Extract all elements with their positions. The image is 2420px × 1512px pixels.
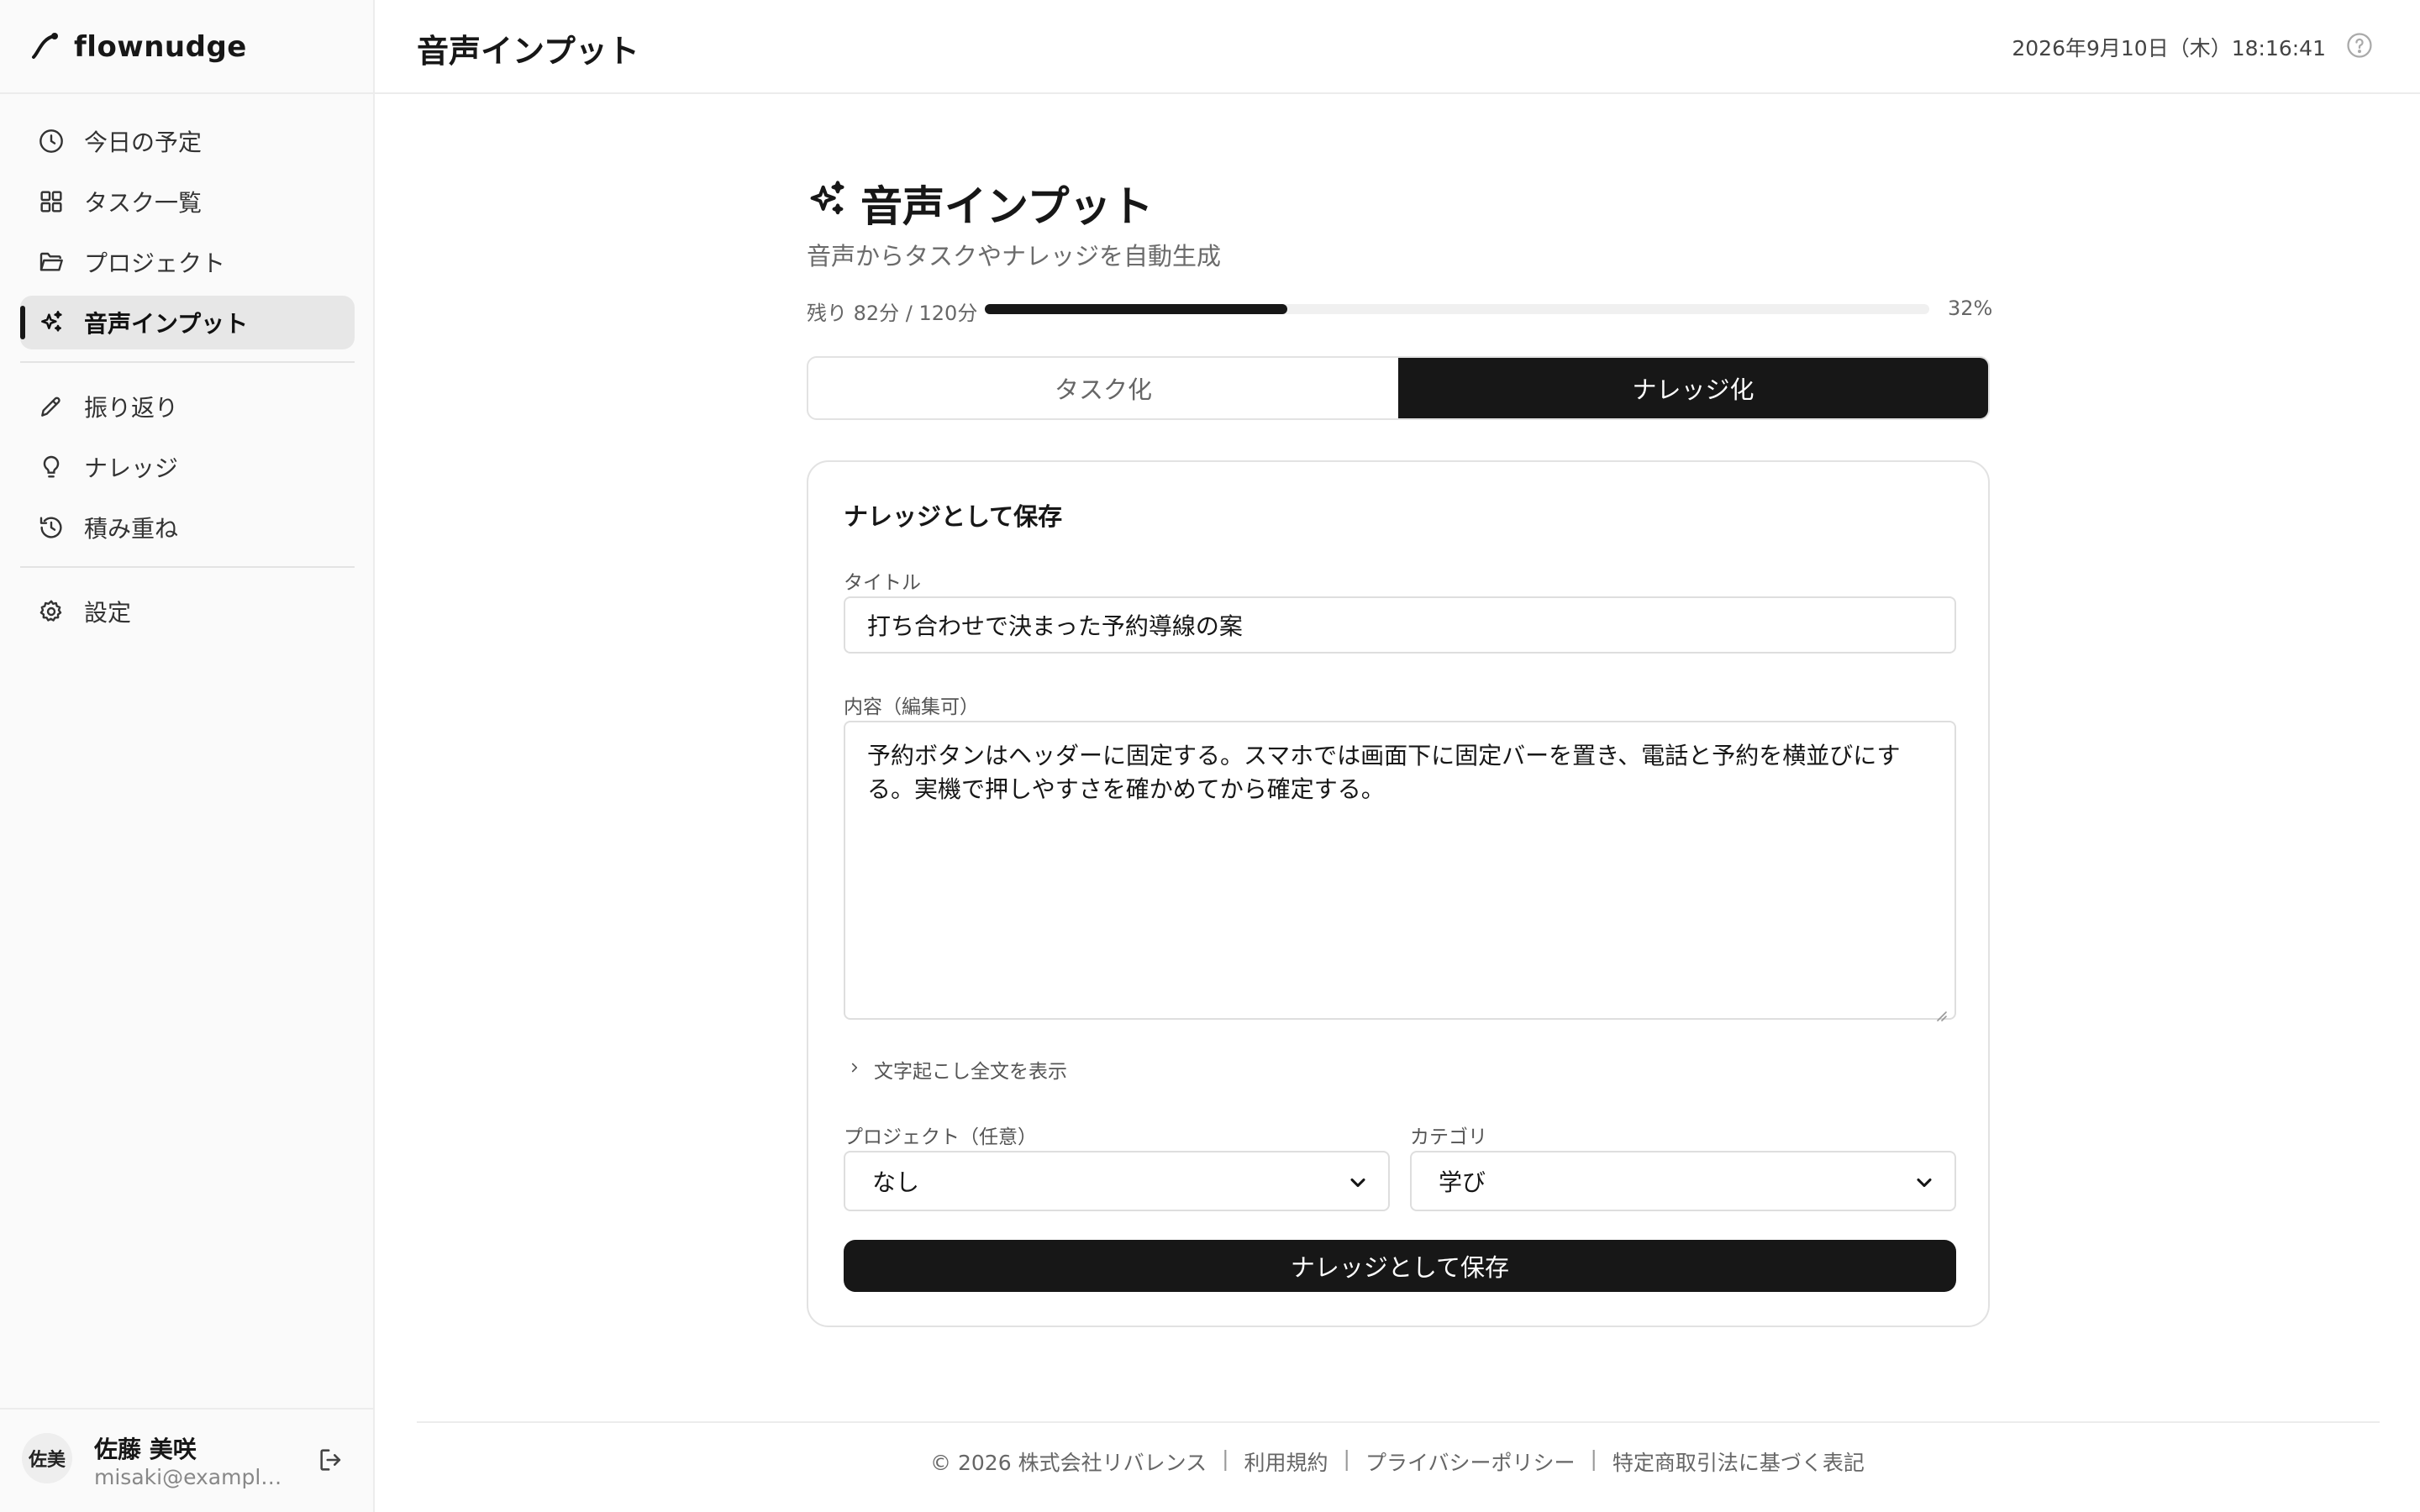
grid-icon [37,187,66,216]
mode-tabs: タスク化 ナレッジ化 [807,356,1990,420]
current-datetime: 2026年9月10日（木）18:16:41 [2012,36,2326,60]
usage-progress-bar [985,304,1929,314]
sidebar-item-today[interactable]: 今日の予定 [20,114,355,168]
footer-separator: | [1222,1446,1229,1471]
content-text: 予約ボタンはヘッダーに固定する。スマホでは画面下に固定バーを置き、電話と予約を横… [867,742,1901,803]
footer-separator: | [1343,1446,1350,1471]
page-title: 音声インプット [860,182,1154,231]
footer-separator: | [1590,1446,1597,1471]
sidebar-item-history[interactable]: 積み重ね [20,501,355,554]
lightbulb-icon [37,453,66,481]
footer-link-terms[interactable]: 利用規約 [1244,1446,1328,1477]
title-input[interactable]: 打ち合わせで決まった予約導線の案 [844,596,1956,654]
footer-copyright: © 2026 株式会社リバレンス [930,1451,1207,1475]
gear-icon [37,597,66,626]
chevron-right-icon [847,1058,862,1080]
footer-link-privacy[interactable]: プライバシーポリシー [1365,1446,1576,1477]
chevron-down-icon [1912,1171,1936,1194]
avatar[interactable]: 佐美 [22,1433,72,1483]
content-textarea[interactable]: 予約ボタンはヘッダーに固定する。スマホでは画面下に固定バーを置き、電話と予約を横… [844,721,1956,1021]
clock-icon [37,127,66,155]
logout-button[interactable] [313,1443,350,1480]
sidebar-item-projects[interactable]: プロジェクト [20,235,355,289]
content-label: 内容（編集可） [844,696,979,718]
sidebar-divider [20,566,355,568]
usage-percent: 32% [1948,297,1993,320]
title-label: タイトル [844,572,921,594]
category-select-value: 学び [1439,1168,1486,1196]
page-subtitle: 音声からタスクやナレッジを自動生成 [807,242,1222,270]
sidebar-item-review[interactable]: 振り返り [20,380,355,433]
sidebar-item-label: タスク一覧 [84,189,203,217]
category-select[interactable]: 学び [1410,1151,1956,1211]
usage-remaining: 残り 82分 / 120分 [807,302,978,325]
sidebar-item-label: ナレッジ [84,454,179,482]
footer: © 2026 株式会社リバレンス | 利用規約 | プライバシーポリシー | 特… [375,1446,2420,1477]
category-label: カテゴリ [1410,1126,1487,1148]
help-icon [2345,31,2374,63]
footer-link-commerce[interactable]: 特定商取引法に基づく表記 [1612,1446,1865,1477]
project-select[interactable]: なし [844,1151,1390,1211]
save-knowledge-button[interactable]: ナレッジとして保存 [844,1240,1956,1292]
tab-knowledge[interactable]: ナレッジ化 [1398,358,1988,418]
sidebar-item-settings[interactable]: 設定 [20,585,355,638]
user-email: misaki@example.com [94,1465,287,1489]
transcript-toggle-label: 文字起こし全文を表示 [874,1061,1067,1083]
sidebar-item-voice-input[interactable]: 音声インプット [20,296,355,349]
footer-divider [417,1421,2380,1423]
flow-logo-icon [30,30,60,64]
user-name: 佐藤 美咲 [94,1436,197,1463]
header-title: 音声インプット [417,33,639,70]
project-select-value: なし [872,1168,920,1196]
brand-name: flownudge [74,30,247,64]
sidebar-item-label: 今日の予定 [84,129,203,156]
tab-task[interactable]: タスク化 [808,358,1398,418]
form-heading: ナレッジとして保存 [844,502,1063,531]
sidebar-nav-primary: 今日の予定 タスク一覧 プロジェクト 音声インプット 振り返り ナレッジ 積み重… [20,114,355,645]
sidebar-item-tasks[interactable]: タスク一覧 [20,175,355,228]
sidebar-item-knowledge[interactable]: ナレッジ [20,440,355,494]
user-profile: 佐美 佐藤 美咲 misaki@example.com [0,1408,375,1512]
knowledge-form-card: ナレッジとして保存 タイトル 打ち合わせで決まった予約導線の案 内容（編集可） … [807,460,1990,1327]
pencil-icon [37,392,66,421]
sidebar-item-label: 設定 [84,599,132,627]
sparkles-icon [805,178,849,222]
sidebar-item-label: 振り返り [84,394,179,422]
chevron-down-icon [1346,1171,1370,1194]
sidebar: flownudge 今日の予定 タスク一覧 プロジェクト 音声インプット 振り返… [0,0,375,1512]
sidebar-item-label: 音声インプット [84,310,249,338]
sparkles-icon [37,308,66,337]
folder-icon [37,248,66,276]
project-label: プロジェクト（任意） [844,1126,1037,1148]
sidebar-divider [0,92,375,94]
help-button[interactable] [2343,30,2376,64]
sidebar-item-label: 積み重ね [84,515,179,543]
sidebar-item-label: プロジェクト [84,249,226,277]
transcript-toggle[interactable]: 文字起こし全文を表示 [847,1055,1067,1084]
logout-icon [317,1446,345,1478]
usage-progress-fill [985,304,1287,314]
resize-handle-icon[interactable] [1933,998,1948,1021]
history-icon [37,513,66,542]
brand-logo[interactable]: flownudge [30,22,247,72]
sidebar-divider [20,361,355,363]
top-header: 音声インプット 2026年9月10日（木）18:16:41 [375,0,2420,94]
